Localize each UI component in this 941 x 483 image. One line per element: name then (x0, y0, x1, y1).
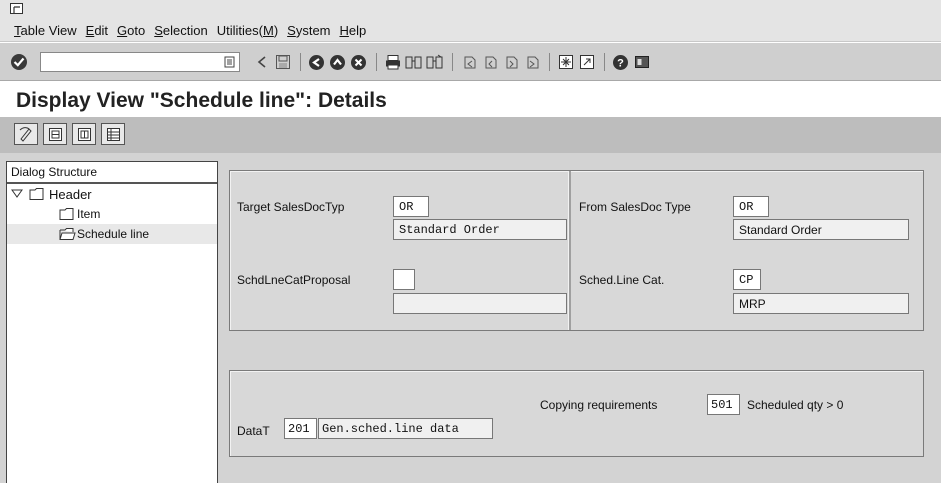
sched-line-cat-label: Sched.Line Cat. (579, 273, 665, 287)
group-divider (568, 171, 571, 330)
menu-list: Table View Edit Goto Selection Utilities(M) S… (14, 23, 375, 38)
separator (376, 53, 377, 71)
menu-item-post: ystem (295, 23, 331, 38)
toolbar-icons: ? (252, 51, 653, 73)
prev-page-icon[interactable] (480, 52, 499, 72)
menu-item-post: elp (348, 23, 367, 38)
schdl-cat-proposal-desc (393, 293, 567, 314)
menu-item[interactable]: Help (340, 23, 367, 38)
command-field[interactable] (40, 52, 240, 72)
separator (452, 53, 453, 71)
separator (300, 53, 301, 71)
folder-icon (59, 208, 74, 220)
help-icon[interactable]: ? (611, 52, 630, 72)
menu-item-mnemonic: G (117, 23, 128, 38)
shortcut-icon[interactable] (577, 52, 596, 72)
menu-item[interactable]: Utilities(M) (217, 23, 278, 38)
menu-item-post: able View (20, 23, 77, 38)
tree-node-label: Item (77, 207, 101, 221)
menu-item-pre: Utilities( (216, 23, 263, 38)
title-bar: Display View "Schedule line": Details (0, 82, 941, 116)
from-doc-type-field[interactable]: OR (733, 196, 769, 217)
tree-node-label: Schedule line (77, 227, 150, 241)
first-page-icon[interactable] (459, 52, 478, 72)
next-page-icon[interactable] (501, 52, 520, 72)
command-input[interactable] (41, 53, 211, 71)
command-history-icon[interactable] (224, 56, 236, 68)
menu-item[interactable]: Selection (154, 23, 207, 38)
menu-item-post: ) (273, 23, 279, 38)
menu-item-post: oto (127, 23, 146, 38)
sched-line-cat-field[interactable]: CP (733, 269, 761, 290)
tree-node-header[interactable]: Header (7, 184, 217, 204)
schdl-cat-proposal-field[interactable] (393, 269, 415, 290)
new-session-icon[interactable] (556, 52, 575, 72)
menu-item[interactable]: Table View (14, 23, 77, 38)
from-doc-type-label: From SalesDoc Type (579, 200, 691, 214)
menu-bar: Table View Edit Goto Selection Utilities(M) S… (0, 0, 941, 42)
menu-item-mnemonic: S (287, 23, 296, 38)
sched-line-cat-desc: MRP (733, 293, 909, 314)
previous-entry-icon[interactable] (43, 123, 67, 145)
datat-label: DataT (237, 424, 270, 438)
next-entry-icon[interactable] (72, 123, 96, 145)
print-icon[interactable] (383, 52, 402, 72)
target-doc-type-field[interactable]: OR (393, 196, 429, 217)
separator (549, 53, 550, 71)
copy-control-group (229, 370, 924, 457)
content-area: Dialog Structure Header Item Schedule li… (0, 153, 941, 483)
menu-item-post: dit (94, 23, 109, 38)
target-doc-type-desc: Standard Order (393, 219, 567, 240)
tree-node-label: Header (49, 186, 92, 202)
menu-item-post: election (162, 23, 208, 38)
find-next-icon[interactable] (425, 52, 444, 72)
open-folder-icon (59, 228, 76, 240)
expand-triangle-icon[interactable] (11, 189, 23, 199)
schdl-cat-proposal-label: SchdLneCatProposal (237, 273, 351, 287)
copying-req-desc: Scheduled qty > 0 (747, 398, 844, 412)
dialog-structure-panel: Dialog Structure Header Item Schedule li… (6, 161, 218, 483)
dialog-structure-tree: Header Item Schedule line (7, 184, 217, 244)
system-toolbar: ? (0, 43, 941, 81)
from-doc-type-desc: Standard Order (733, 219, 909, 240)
svg-text:?: ? (617, 57, 624, 69)
last-page-icon[interactable] (522, 52, 541, 72)
menu-item-mnemonic: S (154, 23, 163, 38)
exit-icon[interactable] (328, 52, 347, 72)
system-menu-icon[interactable] (10, 3, 24, 15)
copying-req-field[interactable]: 501 (707, 394, 740, 415)
application-toolbar (0, 117, 941, 153)
table-view-icon[interactable] (101, 123, 125, 145)
tree-node-schedule-line[interactable]: Schedule line (7, 224, 217, 244)
menu-item-mnemonic: E (85, 23, 95, 38)
back-icon[interactable] (252, 52, 271, 72)
menu-item[interactable]: Edit (86, 23, 108, 38)
enter-check-icon[interactable] (10, 53, 28, 71)
target-doc-type-label: Target SalesDocTyp (237, 200, 345, 214)
menu-item-mnemonic: H (339, 23, 349, 38)
menu-item[interactable]: System (287, 23, 330, 38)
copying-req-label: Copying requirements (540, 398, 658, 412)
cancel-icon[interactable] (349, 52, 368, 72)
layout-icon[interactable] (632, 52, 651, 72)
menu-item[interactable]: Goto (117, 23, 145, 38)
menu-item-mnemonic: M (262, 23, 274, 38)
tree-node-item[interactable]: Item (7, 204, 217, 224)
back-green-icon[interactable] (307, 52, 326, 72)
save-icon[interactable] (273, 52, 292, 72)
find-icon[interactable] (404, 52, 423, 72)
dialog-structure-header: Dialog Structure (7, 162, 217, 184)
page-title: Display View "Schedule line": Details (16, 89, 387, 112)
separator (604, 53, 605, 71)
datat-desc: Gen.sched.line data (318, 418, 493, 439)
display-change-icon[interactable] (14, 123, 38, 145)
datat-field[interactable]: 201 (284, 418, 317, 439)
folder-icon (29, 188, 44, 200)
